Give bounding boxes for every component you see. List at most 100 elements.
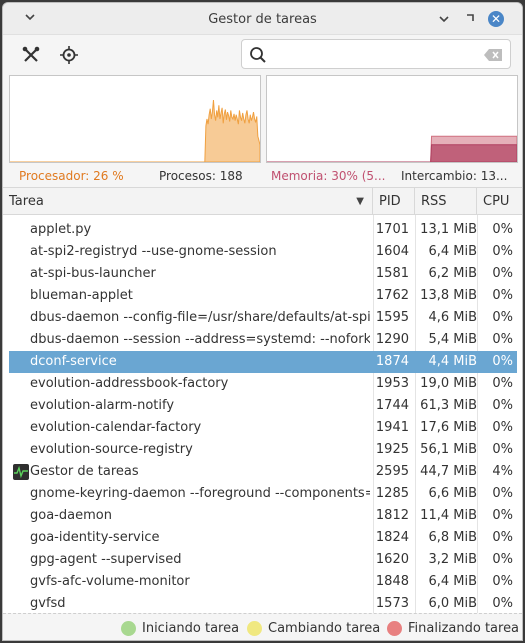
cell-task: gnome-keyring-daemon --foreground --comp… [30,486,370,501]
clear-search-icon[interactable] [484,49,502,65]
crosshair-icon[interactable] [57,43,81,67]
table-row[interactable]: gpg-agent --supervised 1620 3,2 MiB 0% [9,549,517,571]
cell-task: evolution-source-registry [30,442,193,457]
legend-ending-label: Finalizando tarea [408,621,520,636]
cell-pid: 1953 [375,376,409,391]
cpu-stat: Procesador: 26 % [19,169,124,183]
cell-cpu: 0% [492,552,513,567]
cell-rss: 11,4 MiB [420,508,477,523]
search-box[interactable] [241,39,511,69]
table-row[interactable]: goa-identity-service 1824 6,8 MiB 0% [9,527,517,549]
stats-bar: Procesador: 26 % Procesos: 188 Memoria: … [3,167,522,187]
table-row[interactable]: evolution-addressbook-factory 1953 19,0 Mi… [9,373,517,395]
cell-task: gvfs-afc-volume-monitor [30,574,190,589]
cell-task: goa-identity-service [30,530,160,545]
cell-task: goa-daemon [30,508,112,523]
table-row[interactable]: blueman-applet 1762 13,8 MiB 0% [9,285,517,307]
cell-cpu: 0% [492,530,513,545]
cell-rss: 3,2 MiB [428,552,477,567]
table-row[interactable]: applet.py 1701 13,1 MiB 0% [9,219,517,241]
column-pid-header[interactable]: PID [373,188,415,215]
table-row[interactable]: evolution-alarm-notify 1744 61,3 MiB 0% [9,395,517,417]
table-row[interactable]: Gestor de tareas 2595 44,7 MiB 4% [9,461,517,483]
table-row[interactable]: gvfs-afc-volume-monitor 1848 6,4 MiB 0% [9,571,517,593]
cell-task: evolution-calendar-factory [30,420,202,435]
graphs-area [3,75,522,167]
cell-task: evolution-addressbook-factory [30,376,229,391]
cell-pid: 1620 [375,552,409,567]
cell-cpu: 0% [492,596,513,611]
cell-pid: 2595 [375,464,409,479]
cell-cpu: 0% [492,310,513,325]
cell-pid: 1744 [375,398,409,413]
starting-dot-icon [121,621,136,636]
cell-task: dconf-service [30,354,117,369]
tools-icon[interactable] [19,43,43,67]
ending-dot-icon [387,621,402,636]
close-icon[interactable]: ✕ [488,11,504,27]
cell-task: gpg-agent --supervised [30,552,182,567]
processes-stat: Procesos: 188 [159,169,243,183]
cell-task: at-spi-bus-launcher [30,266,156,281]
table-row[interactable]: dconf-service 1874 4,4 MiB 0% [9,351,517,373]
cell-task: gvfsd [30,596,66,611]
cpu-graph-plot [10,100,260,162]
maximize-icon[interactable] [461,11,477,27]
cell-rss: 44,7 MiB [420,464,477,479]
column-rss-header[interactable]: RSS [415,188,477,215]
sort-descending-icon: ▼ [356,196,364,207]
legend-changing: Cambiando tarea [247,621,380,636]
task-manager-window: Gestor de tareas ✕ Procesador: 26 % Proc… [2,2,523,641]
cell-task: applet.py [30,222,92,237]
table-row[interactable]: dbus-daemon --session --address=systemd:… [9,329,517,351]
cell-pid: 1573 [375,596,409,611]
search-input[interactable] [274,45,474,63]
legend-bar: Iniciando tarea Cambiando tarea Finaliza… [3,613,522,640]
table-row[interactable]: evolution-source-registry 1925 56,1 MiB 0% [9,439,517,461]
memory-stat: Memoria: 30% (5... [271,169,386,183]
cell-task: evolution-alarm-notify [30,398,175,413]
cell-cpu: 0% [492,332,513,347]
mem-svg-area [267,144,517,162]
table-row[interactable]: gvfsd 1573 6,0 MiB 0% [9,593,517,613]
column-cpu-header[interactable]: CPU [477,188,522,215]
cell-pid: 1941 [375,420,409,435]
cell-task: blueman-applet [30,288,133,303]
table-row[interactable]: goa-daemon 1812 11,4 MiB 0% [9,505,517,527]
cell-pid: 1848 [375,574,409,589]
legend-changing-label: Cambiando tarea [268,621,381,636]
cell-cpu: 4% [492,464,513,479]
cell-cpu: 0% [492,288,513,303]
cell-task: dbus-daemon --session --address=systemd:… [30,332,370,347]
cell-rss: 6,4 MiB [428,244,477,259]
cell-pid: 1824 [375,530,409,545]
cell-cpu: 0% [492,222,513,237]
column-task-header[interactable]: Tarea ▼ [3,188,373,215]
toolbar [3,35,522,75]
cell-pid: 1285 [375,486,409,501]
column-pid-label: PID [379,194,401,209]
table-row[interactable]: gnome-keyring-daemon --foreground --comp… [9,483,517,505]
table-row[interactable]: at-spi-bus-launcher 1581 6,2 MiB 0% [9,263,517,285]
cpu-svg-area [10,100,260,162]
cell-task: dbus-daemon --config-file=/usr/share/def… [30,310,370,325]
cell-rss: 6,0 MiB [428,596,477,611]
cell-pid: 1290 [375,332,409,347]
cell-rss: 19,0 MiB [420,376,477,391]
cell-rss: 61,3 MiB [420,398,477,413]
cell-rss: 6,4 MiB [428,574,477,589]
cell-rss: 4,6 MiB [428,310,477,325]
titlebar[interactable]: Gestor de tareas ✕ [3,3,522,35]
minimize-icon[interactable] [436,11,452,27]
cell-cpu: 0% [492,508,513,523]
table-row[interactable]: dbus-daemon --config-file=/usr/share/def… [9,307,517,329]
cell-pid: 1604 [375,244,409,259]
cell-pid: 1925 [375,442,409,457]
table-row[interactable]: evolution-calendar-factory 1941 17,6 MiB 0% [9,417,517,439]
cell-rss: 56,1 MiB [420,442,477,457]
cell-cpu: 0% [492,376,513,391]
cell-cpu: 0% [492,574,513,589]
table-row[interactable]: at-spi2-registryd --use-gnome-session 160… [9,241,517,263]
cell-pid: 1762 [375,288,409,303]
legend-ending: Finalizando tarea [387,621,519,636]
